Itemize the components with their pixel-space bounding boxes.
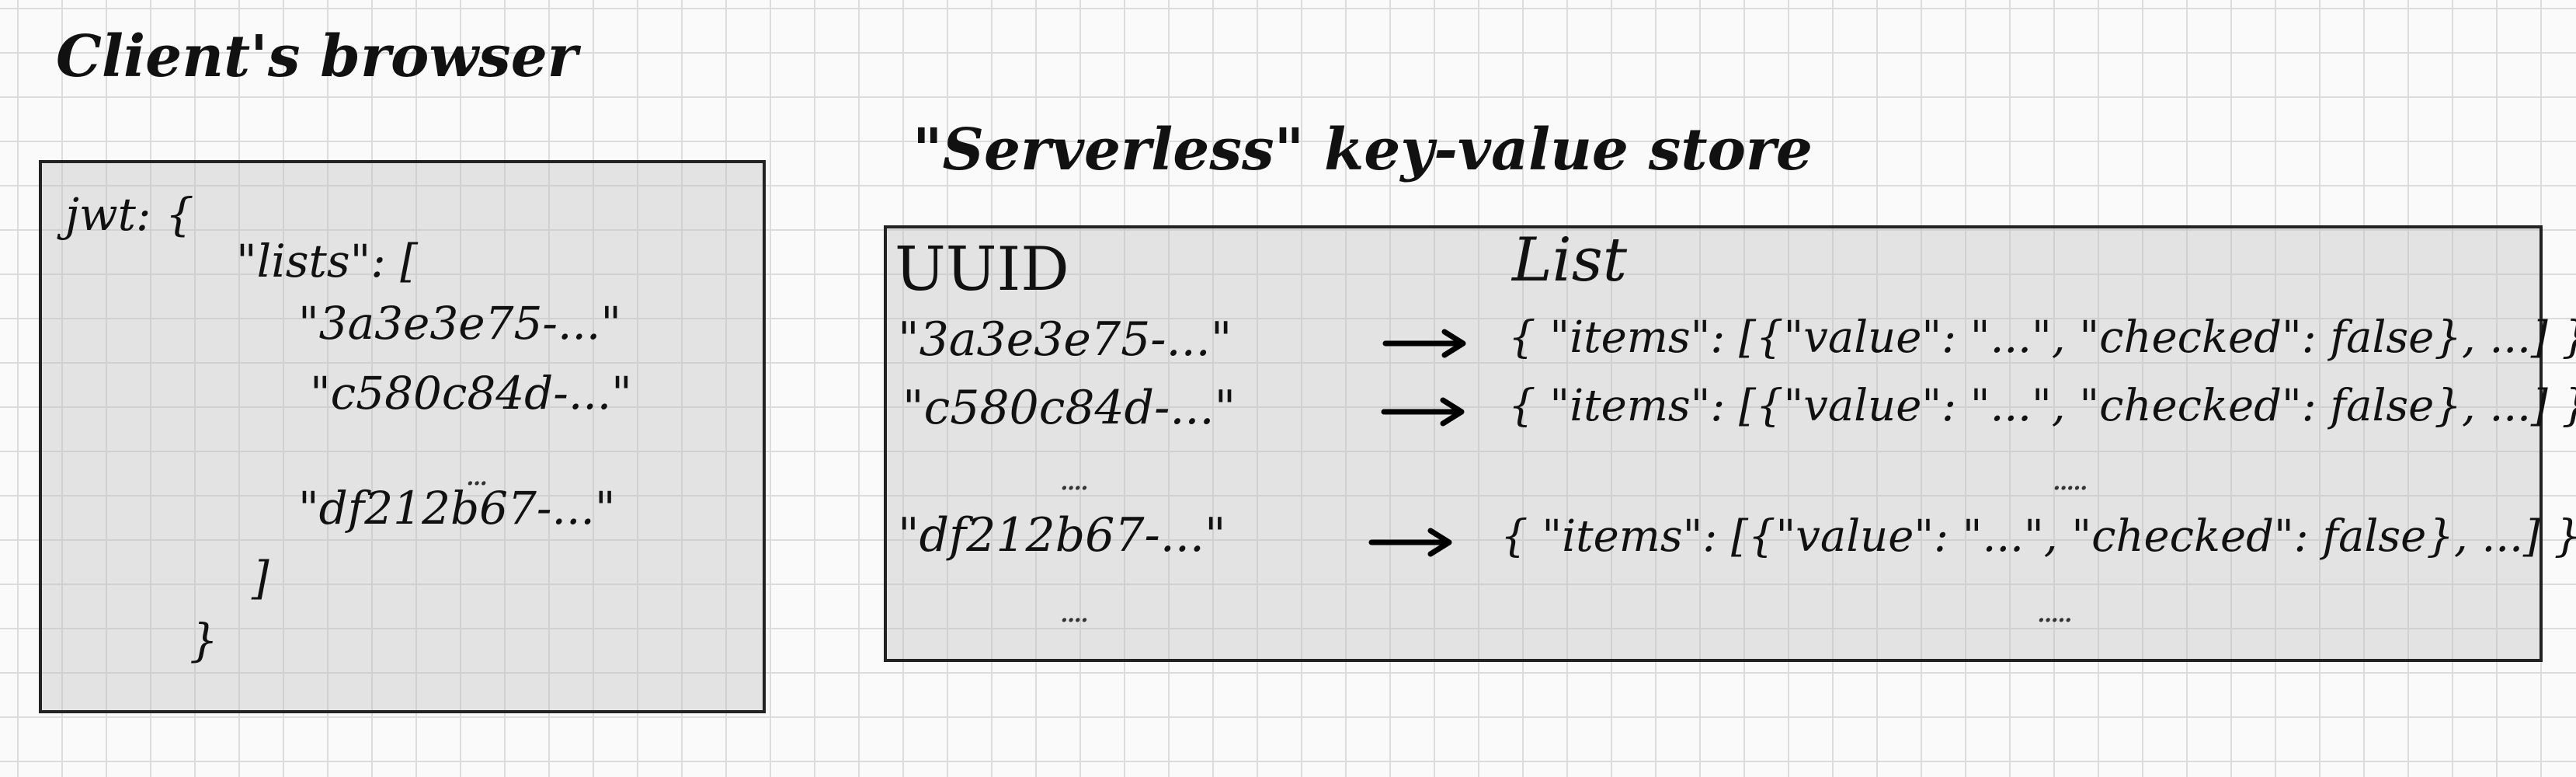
store-value-3: { "items": [{"value": "...", "checked": … bbox=[1500, 511, 2576, 562]
jwt-open-line: jwt: { bbox=[65, 188, 194, 241]
arrow-icon bbox=[1382, 329, 1466, 358]
client-uuid-1: "3a3e3e75-..." bbox=[298, 297, 621, 350]
kv-store-title: "Serverless" key-value store bbox=[913, 117, 1813, 183]
list-header: List bbox=[1512, 225, 1628, 295]
lists-close-line: ] bbox=[252, 552, 269, 605]
client-browser-box: jwt: { "lists": [ "3a3e3e75-..." "c580c8… bbox=[39, 160, 766, 713]
store-uuid-2: "c580c84d-..." bbox=[902, 381, 1236, 435]
store-list-ellipsis: ..... bbox=[2052, 462, 2089, 497]
store-uuid-ellipsis: .... bbox=[1059, 462, 1090, 497]
client-uuid-2: "c580c84d-..." bbox=[310, 367, 632, 420]
kv-store-box: UUID List "3a3e3e75-..." { "items": [{"v… bbox=[884, 225, 2576, 662]
client-browser-title: Client's browser bbox=[56, 23, 578, 90]
store-value-2: { "items": [{"value": "...", "checked": … bbox=[1508, 381, 2576, 431]
arrow-icon bbox=[1368, 528, 1452, 557]
store-uuid-ellipsis-bottom: .... bbox=[1059, 594, 1090, 629]
client-uuid-3: "df212b67-..." bbox=[298, 482, 616, 535]
lists-open-line: "lists": [ bbox=[236, 235, 418, 287]
store-list-ellipsis-bottom: ..... bbox=[2036, 594, 2074, 629]
store-uuid-3: "df212b67-..." bbox=[898, 508, 1226, 563]
arrow-icon bbox=[1381, 397, 1465, 427]
store-value-1: { "items": [{"value": "...", "checked": … bbox=[1508, 312, 2576, 363]
store-uuid-1: "3a3e3e75-..." bbox=[898, 312, 1232, 367]
jwt-close-line: } bbox=[189, 614, 218, 667]
uuid-header: UUID bbox=[895, 235, 1069, 305]
